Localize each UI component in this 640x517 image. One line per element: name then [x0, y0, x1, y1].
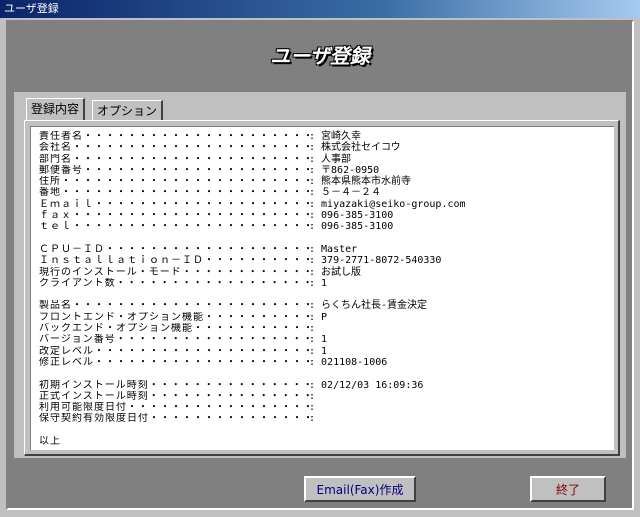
field-value: : 〒862-0950 — [309, 164, 380, 176]
field-label: 修正レベル・・・・・・・・・・・・・・・・・・・・・ — [39, 356, 309, 368]
report-row: 保守契約有効限度日付・・・・・・・・・・・・・・・・: — [39, 413, 614, 424]
field-label: 保守契約有効限度日付・・・・・・・・・・・・・・・・ — [39, 413, 309, 425]
report-row: クライアント数・・・・・・・・・・・・・・・・・・・: 1 — [39, 278, 614, 289]
field-value: : — [309, 413, 316, 425]
report-row: バージョン番号・・・・・・・・・・・・・・・・・・・: 1 — [39, 334, 614, 345]
field-label: バックエンド・オプション機能・・・・・・・・・・・・ — [39, 323, 309, 335]
report-row: 責任者名・・・・・・・・・・・・・・・・・・・・・・: 宮崎久幸 — [39, 131, 614, 142]
footer-bar: Email(Fax)作成 終了 — [8, 462, 632, 508]
field-value: : Master — [309, 243, 358, 255]
field-label: 現行のインストール・モード・・・・・・・・・・・・・ — [39, 266, 309, 278]
report-row: 改定レベル・・・・・・・・・・・・・・・・・・・・・: 1 — [39, 346, 614, 357]
field-value: : 1 — [309, 334, 328, 346]
field-value: : ５－４－２４ — [309, 187, 382, 199]
field-value: : miyazaki@seiko-group.com — [309, 198, 466, 210]
report-row: Ｅｍａｉｌ・・・・・・・・・・・・・・・・・・・・・: miyazaki@sei… — [39, 199, 614, 210]
field-label: 正式インストール時刻・・・・・・・・・・・・・・・・ — [39, 390, 309, 402]
report-row: Ｉｎｓｔａｌｌａｔｉｏｎ－ＩＤ・・・・・・・・・・・: 379-2771-807… — [39, 255, 614, 266]
report-row: ＣＰＵ－ＩＤ・・・・・・・・・・・・・・・・・・・・: Master — [39, 244, 614, 255]
field-value: : 熊本県熊本市水前寺 — [309, 176, 412, 188]
field-value: : P — [309, 311, 328, 323]
report-row: 会社名・・・・・・・・・・・・・・・・・・・・・・・: 株式会社セイコウ — [39, 142, 614, 153]
report-row: 修正レベル・・・・・・・・・・・・・・・・・・・・・: 021108-1006 — [39, 357, 614, 368]
field-value: : 宮崎久幸 — [309, 131, 362, 142]
report-row: 初期インストール時刻・・・・・・・・・・・・・・・・: 02/12/03 16:… — [39, 380, 614, 391]
field-label: Ｅｍａｉｌ・・・・・・・・・・・・・・・・・・・・・ — [39, 198, 309, 210]
report-row: 製品名・・・・・・・・・・・・・・・・・・・・・・・: らくちん社長-賃金決定 — [39, 300, 614, 311]
field-value: : — [309, 402, 316, 414]
field-label: 利用可能限度日付・・・・・・・・・・・・・・・・・・ — [39, 402, 309, 414]
field-value: : 1 — [309, 345, 328, 357]
field-label: ＣＰＵ－ＩＤ・・・・・・・・・・・・・・・・・・・・ — [39, 243, 309, 255]
field-value: : 021108-1006 — [309, 356, 388, 368]
field-value: : 379-2771-8072-540330 — [309, 255, 442, 267]
field-label: 初期インストール時刻・・・・・・・・・・・・・・・・ — [39, 379, 309, 391]
report-row: 部門名・・・・・・・・・・・・・・・・・・・・・・・: 人事部 — [39, 154, 614, 165]
field-value: : — [309, 390, 316, 402]
field-value: : — [309, 323, 316, 335]
field-label: 部門名・・・・・・・・・・・・・・・・・・・・・・・ — [39, 153, 309, 165]
field-value: : 人事部 — [309, 153, 352, 165]
main-panel: 登録内容 オプション 責任者名・・・・・・・・・・・・・・・・・・・・・・: 宮… — [14, 92, 626, 458]
field-label: 製品名・・・・・・・・・・・・・・・・・・・・・・・ — [39, 300, 309, 312]
report-row: 利用可能限度日付・・・・・・・・・・・・・・・・・・: — [39, 402, 614, 413]
field-value: : 096-385-3100 — [309, 210, 394, 222]
report-row: ｔｅｌ・・・・・・・・・・・・・・・・・・・・・・・: 096-385-3100 — [39, 221, 614, 232]
exit-button[interactable]: 終了 — [530, 476, 606, 502]
window-title: ユーザ登録 — [4, 2, 59, 15]
report-row: ｆａｘ・・・・・・・・・・・・・・・・・・・・・・・: 096-385-3100 — [39, 210, 614, 221]
field-label: 住所・・・・・・・・・・・・・・・・・・・・・・・・ — [39, 176, 309, 188]
report-row: 正式インストール時刻・・・・・・・・・・・・・・・・: — [39, 391, 614, 402]
report-row: 住所・・・・・・・・・・・・・・・・・・・・・・・・: 熊本県熊本市水前寺 — [39, 176, 614, 187]
field-label: フロントエンド・オプション機能・・・・・・・・・・・ — [39, 311, 309, 323]
tab-options[interactable]: オプション — [92, 100, 164, 120]
field-value: : お試し版 — [309, 266, 362, 278]
tab-panel: 責任者名・・・・・・・・・・・・・・・・・・・・・・: 宮崎久幸 会社名・・・・… — [24, 120, 620, 456]
report-row: 番地・・・・・・・・・・・・・・・・・・・・・・・・: ５－４－２４ — [39, 187, 614, 198]
registration-report: 責任者名・・・・・・・・・・・・・・・・・・・・・・: 宮崎久幸 会社名・・・・… — [30, 126, 614, 450]
email-fax-button[interactable]: Email(Fax)作成 — [304, 476, 416, 502]
main-window: ユーザ登録 登録内容 オプション 責任者名・・・・・・・・・・・・・・・・・・・… — [0, 18, 640, 517]
field-label: バージョン番号・・・・・・・・・・・・・・・・・・・ — [39, 334, 309, 346]
field-label: クライアント数・・・・・・・・・・・・・・・・・・・ — [39, 277, 309, 289]
field-value: : らくちん社長-賃金決定 — [309, 300, 428, 312]
window-frame: ユーザ登録 登録内容 オプション 責任者名・・・・・・・・・・・・・・・・・・・… — [6, 20, 634, 510]
field-label: 会社名・・・・・・・・・・・・・・・・・・・・・・・ — [39, 142, 309, 154]
field-value: : 096-385-3100 — [309, 221, 394, 233]
field-label: 改定レベル・・・・・・・・・・・・・・・・・・・・・ — [39, 345, 309, 357]
report-row: フロントエンド・オプション機能・・・・・・・・・・・: P — [39, 312, 614, 323]
report-closing: 以上 — [39, 436, 614, 447]
field-value: : 株式会社セイコウ — [309, 142, 401, 154]
field-value: : 1 — [309, 277, 328, 289]
report-row: 現行のインストール・モード・・・・・・・・・・・・・: お試し版 — [39, 267, 614, 278]
report-row: バックエンド・オプション機能・・・・・・・・・・・・: — [39, 323, 614, 334]
field-label: ｔｅｌ・・・・・・・・・・・・・・・・・・・・・・・ — [39, 221, 309, 233]
field-label: 郵便番号・・・・・・・・・・・・・・・・・・・・・・ — [39, 164, 309, 176]
field-label: 番地・・・・・・・・・・・・・・・・・・・・・・・・ — [39, 187, 309, 199]
report-row: 郵便番号・・・・・・・・・・・・・・・・・・・・・・: 〒862-0950 — [39, 165, 614, 176]
closing-text: 以上 — [39, 436, 61, 448]
page-title: ユーザ登録 — [270, 44, 370, 68]
field-value: : 02/12/03 16:09:36 — [309, 379, 424, 391]
field-label: Ｉｎｓｔａｌｌａｔｉｏｎ－ＩＤ・・・・・・・・・・・ — [39, 255, 309, 267]
field-label: 責任者名・・・・・・・・・・・・・・・・・・・・・・ — [39, 131, 309, 142]
tab-registration[interactable]: 登録内容 — [26, 98, 86, 120]
header-banner: ユーザ登録 — [8, 22, 632, 88]
field-label: ｆａｘ・・・・・・・・・・・・・・・・・・・・・・・ — [39, 210, 309, 222]
window-title-bar[interactable]: ユーザ登録 — [0, 0, 640, 18]
